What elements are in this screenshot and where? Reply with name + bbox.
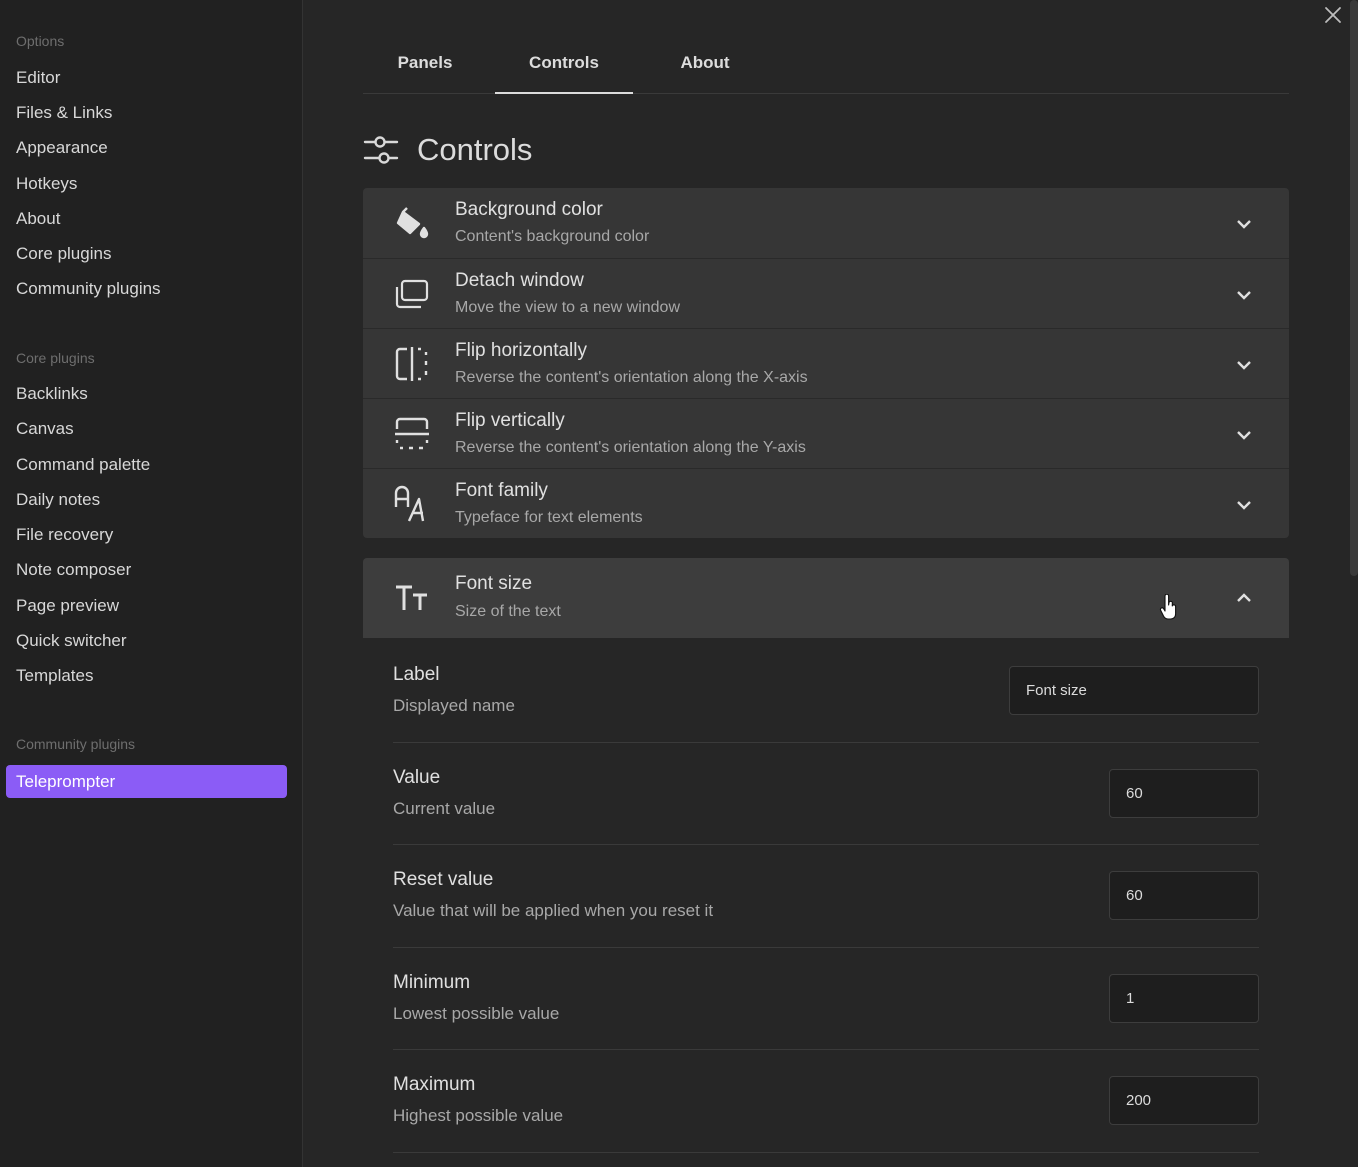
control-name: Background color xyxy=(455,199,603,220)
sidebar-item-quick-switcher[interactable]: Quick switcher xyxy=(16,626,127,656)
font-family-icon xyxy=(394,485,425,522)
sidebar-group-core-plugins: Core plugins xyxy=(16,350,95,366)
page-title: Controls xyxy=(417,132,533,167)
sliders-icon xyxy=(363,136,399,164)
control-description: Move the view to a new window xyxy=(455,299,680,316)
sidebar-item-canvas[interactable]: Canvas xyxy=(16,414,74,444)
sidebar-item-community-plugins[interactable]: Community plugins xyxy=(16,274,161,304)
tab-about[interactable]: About xyxy=(641,40,769,92)
picture-in-picture-icon xyxy=(395,279,429,309)
control-flip-vertically[interactable]: Flip vertically Reverse the content's or… xyxy=(363,399,1289,468)
sidebar-item-backlinks[interactable]: Backlinks xyxy=(16,379,88,409)
control-flip-horizontally[interactable]: Flip horizontally Reverse the content's … xyxy=(363,329,1289,398)
text-size-icon xyxy=(396,585,427,610)
value-input[interactable] xyxy=(1109,769,1259,818)
flip-vertical-icon xyxy=(395,417,429,450)
sidebar-group-options: Options xyxy=(16,33,65,49)
sidebar-item-hotkeys[interactable]: Hotkeys xyxy=(16,169,77,199)
divider xyxy=(393,1152,1259,1153)
sidebar-item-templates[interactable]: Templates xyxy=(16,661,93,691)
reset-value-input[interactable] xyxy=(1109,871,1259,920)
sidebar-item-page-preview[interactable]: Page preview xyxy=(16,591,119,621)
control-name: Font family xyxy=(455,480,548,501)
settings-sidebar: Options Editor Files & Links Appearance … xyxy=(0,0,303,1167)
sidebar-item-core-plugins[interactable]: Core plugins xyxy=(16,239,111,269)
control-font-family[interactable]: Font family Typeface for text elements xyxy=(363,469,1289,538)
hand-pointer-cursor-icon xyxy=(1159,594,1177,620)
sidebar-item-file-recovery[interactable]: File recovery xyxy=(16,520,113,550)
sidebar-item-appearance[interactable]: Appearance xyxy=(16,133,108,163)
scrollbar-thumb[interactable] xyxy=(1350,0,1358,576)
setting-description: Value that will be applied when you rese… xyxy=(393,901,714,920)
control-description: Reverse the content's orientation along … xyxy=(455,369,808,386)
sidebar-item-daily-notes[interactable]: Daily notes xyxy=(16,485,100,515)
setting-name: Label xyxy=(393,664,440,685)
divider xyxy=(393,742,1259,743)
flip-horizontal-icon xyxy=(395,347,428,381)
control-name: Detach window xyxy=(455,270,584,291)
section-heading: Controls xyxy=(363,128,532,172)
tab-controls[interactable]: Controls xyxy=(495,40,633,94)
tab-panels[interactable]: Panels xyxy=(363,40,487,92)
setting-value: Value Current value xyxy=(393,767,1259,827)
maximum-input[interactable] xyxy=(1109,1076,1259,1125)
control-font-size[interactable]: Font size Size of the text xyxy=(363,558,1289,638)
tab-bar: Panels Controls About xyxy=(363,40,1289,94)
chevron-down-icon xyxy=(1237,220,1251,229)
setting-name: Maximum xyxy=(393,1074,476,1095)
chevron-up-icon xyxy=(1237,593,1251,602)
setting-description: Lowest possible value xyxy=(393,1004,560,1023)
setting-name: Reset value xyxy=(393,869,494,890)
control-name: Font size xyxy=(455,573,533,594)
control-description: Size of the text xyxy=(455,603,561,620)
control-name: Flip horizontally xyxy=(455,340,587,361)
setting-reset-value: Reset value Value that will be applied w… xyxy=(393,869,1259,929)
setting-label: Label Displayed name xyxy=(393,664,1259,724)
paint-bucket-icon xyxy=(396,207,429,239)
control-detach-window[interactable]: Detach window Move the view to a new win… xyxy=(363,259,1289,328)
setting-minimum: Minimum Lowest possible value xyxy=(393,972,1259,1032)
setting-description: Displayed name xyxy=(393,696,515,715)
sidebar-item-note-composer[interactable]: Note composer xyxy=(16,555,131,585)
control-description: Reverse the content's orientation along … xyxy=(455,439,806,456)
chevron-down-icon xyxy=(1237,291,1251,300)
sidebar-item-files-links[interactable]: Files & Links xyxy=(16,98,112,128)
chevron-down-icon xyxy=(1237,431,1251,440)
control-description: Content's background color xyxy=(455,228,650,245)
control-description: Typeface for text elements xyxy=(455,509,643,526)
control-background-color[interactable]: Background color Content's background co… xyxy=(363,188,1289,258)
minimum-input[interactable] xyxy=(1109,974,1259,1023)
setting-description: Current value xyxy=(393,799,496,818)
setting-name: Value xyxy=(393,767,441,788)
close-icon[interactable] xyxy=(1322,4,1344,26)
setting-name: Minimum xyxy=(393,972,471,993)
setting-description: Highest possible value xyxy=(393,1106,564,1125)
divider xyxy=(393,844,1259,845)
chevron-down-icon xyxy=(1237,361,1251,370)
sidebar-item-about[interactable]: About xyxy=(16,204,60,234)
sidebar-item-command-palette[interactable]: Command palette xyxy=(16,450,150,480)
divider xyxy=(393,1049,1259,1050)
control-name: Flip vertically xyxy=(455,410,565,431)
sidebar-item-editor[interactable]: Editor xyxy=(16,63,60,93)
sidebar-item-teleprompter[interactable]: Teleprompter xyxy=(6,765,287,798)
sidebar-group-community-plugins: Community plugins xyxy=(16,736,136,752)
setting-maximum: Maximum Highest possible value xyxy=(393,1074,1259,1134)
chevron-down-icon xyxy=(1237,501,1251,510)
divider xyxy=(393,947,1259,948)
label-input[interactable] xyxy=(1009,666,1259,715)
